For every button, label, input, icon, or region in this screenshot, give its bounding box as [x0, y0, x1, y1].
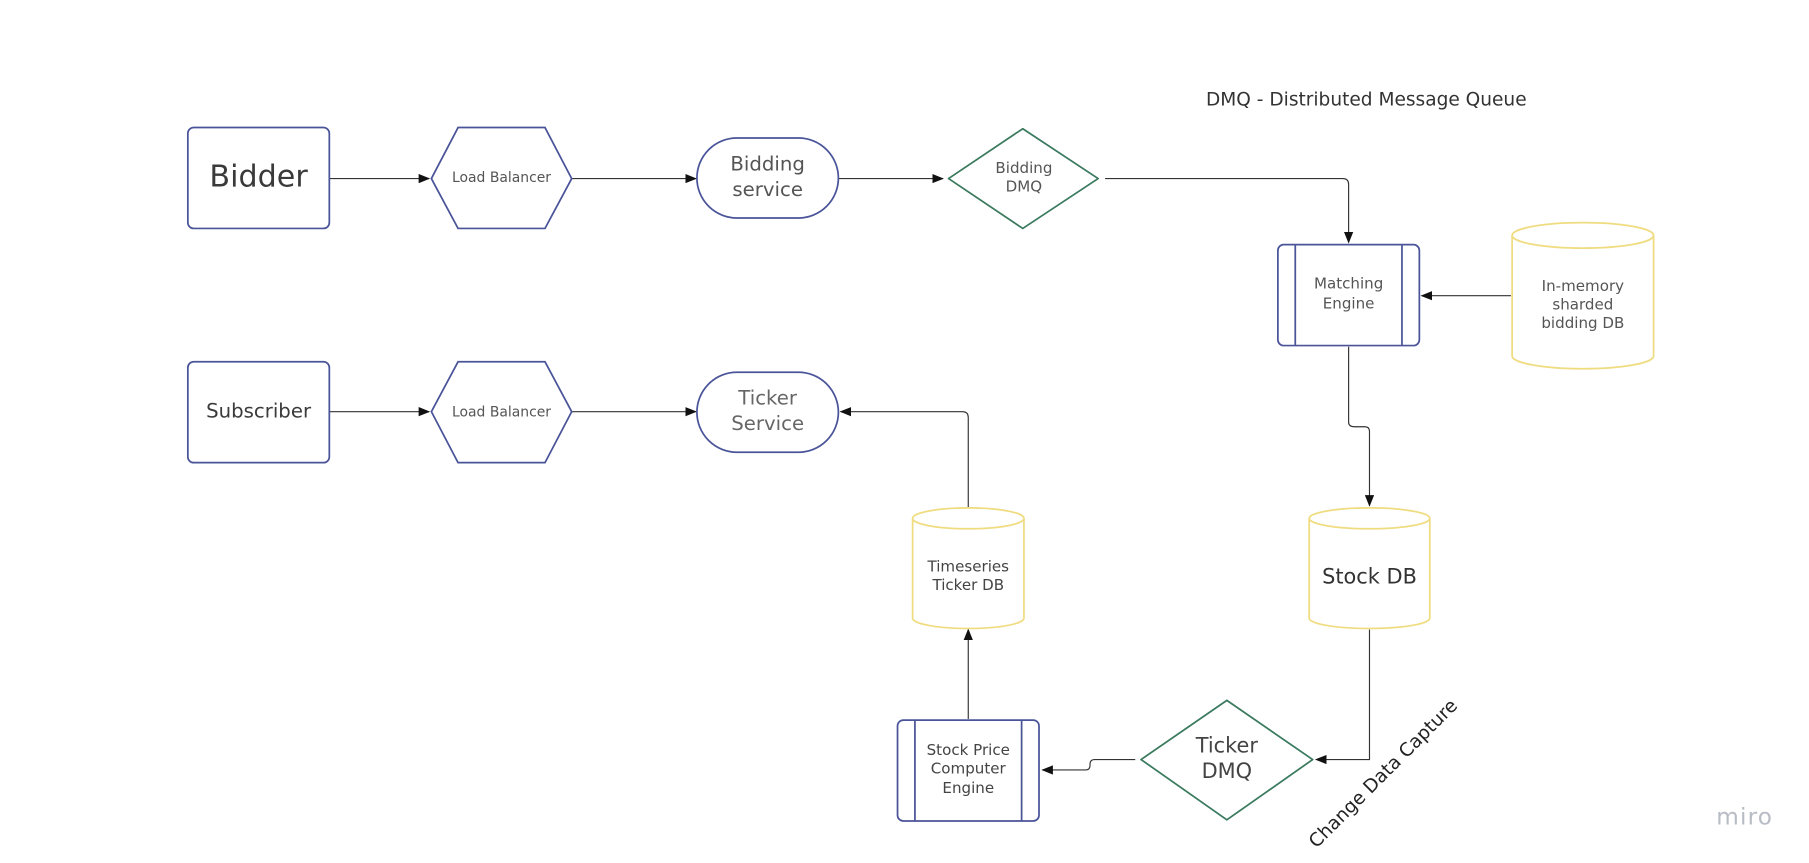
ticker-service-label: Ticker Service — [731, 387, 805, 436]
bidding-dmq-label: Bidding DMQ — [995, 159, 1053, 196]
lb-top-label: Load Balancer — [452, 169, 552, 186]
lb-bottom-label: Load Balancer — [452, 403, 552, 420]
edge-matching-stockdb — [1348, 346, 1375, 507]
timeseries-db-label: Timeseries Ticker DB — [927, 558, 1010, 595]
bidding-service-label: Bidding service — [730, 153, 805, 202]
edge-stockdb-tickerdmq — [1314, 629, 1371, 765]
bidder-label: Bidder — [209, 160, 308, 196]
inmem-db-label: In-memory sharded bidding DB — [1541, 277, 1625, 333]
diagram-canvas: DMQ - Distributed Message Queue Bidder L… — [0, 0, 1809, 863]
miro-watermark: miro — [1716, 802, 1774, 831]
edge-timeseries-tickerservice — [839, 407, 969, 508]
stock-db-label: Stock DB — [1322, 564, 1417, 589]
ticker-dmq-label: Ticker DMQ — [1195, 733, 1258, 784]
subscriber-label: Subscriber — [206, 399, 312, 424]
edge-tickerdmq-priceengine — [1041, 758, 1136, 775]
legend-title: DMQ - Distributed Message Queue — [1205, 88, 1527, 111]
matching-engine-label: Matching Engine — [1313, 276, 1384, 313]
edge-dmq-matching — [1105, 177, 1354, 244]
price-engine-label: Stock Price Computer Engine — [926, 742, 1010, 798]
